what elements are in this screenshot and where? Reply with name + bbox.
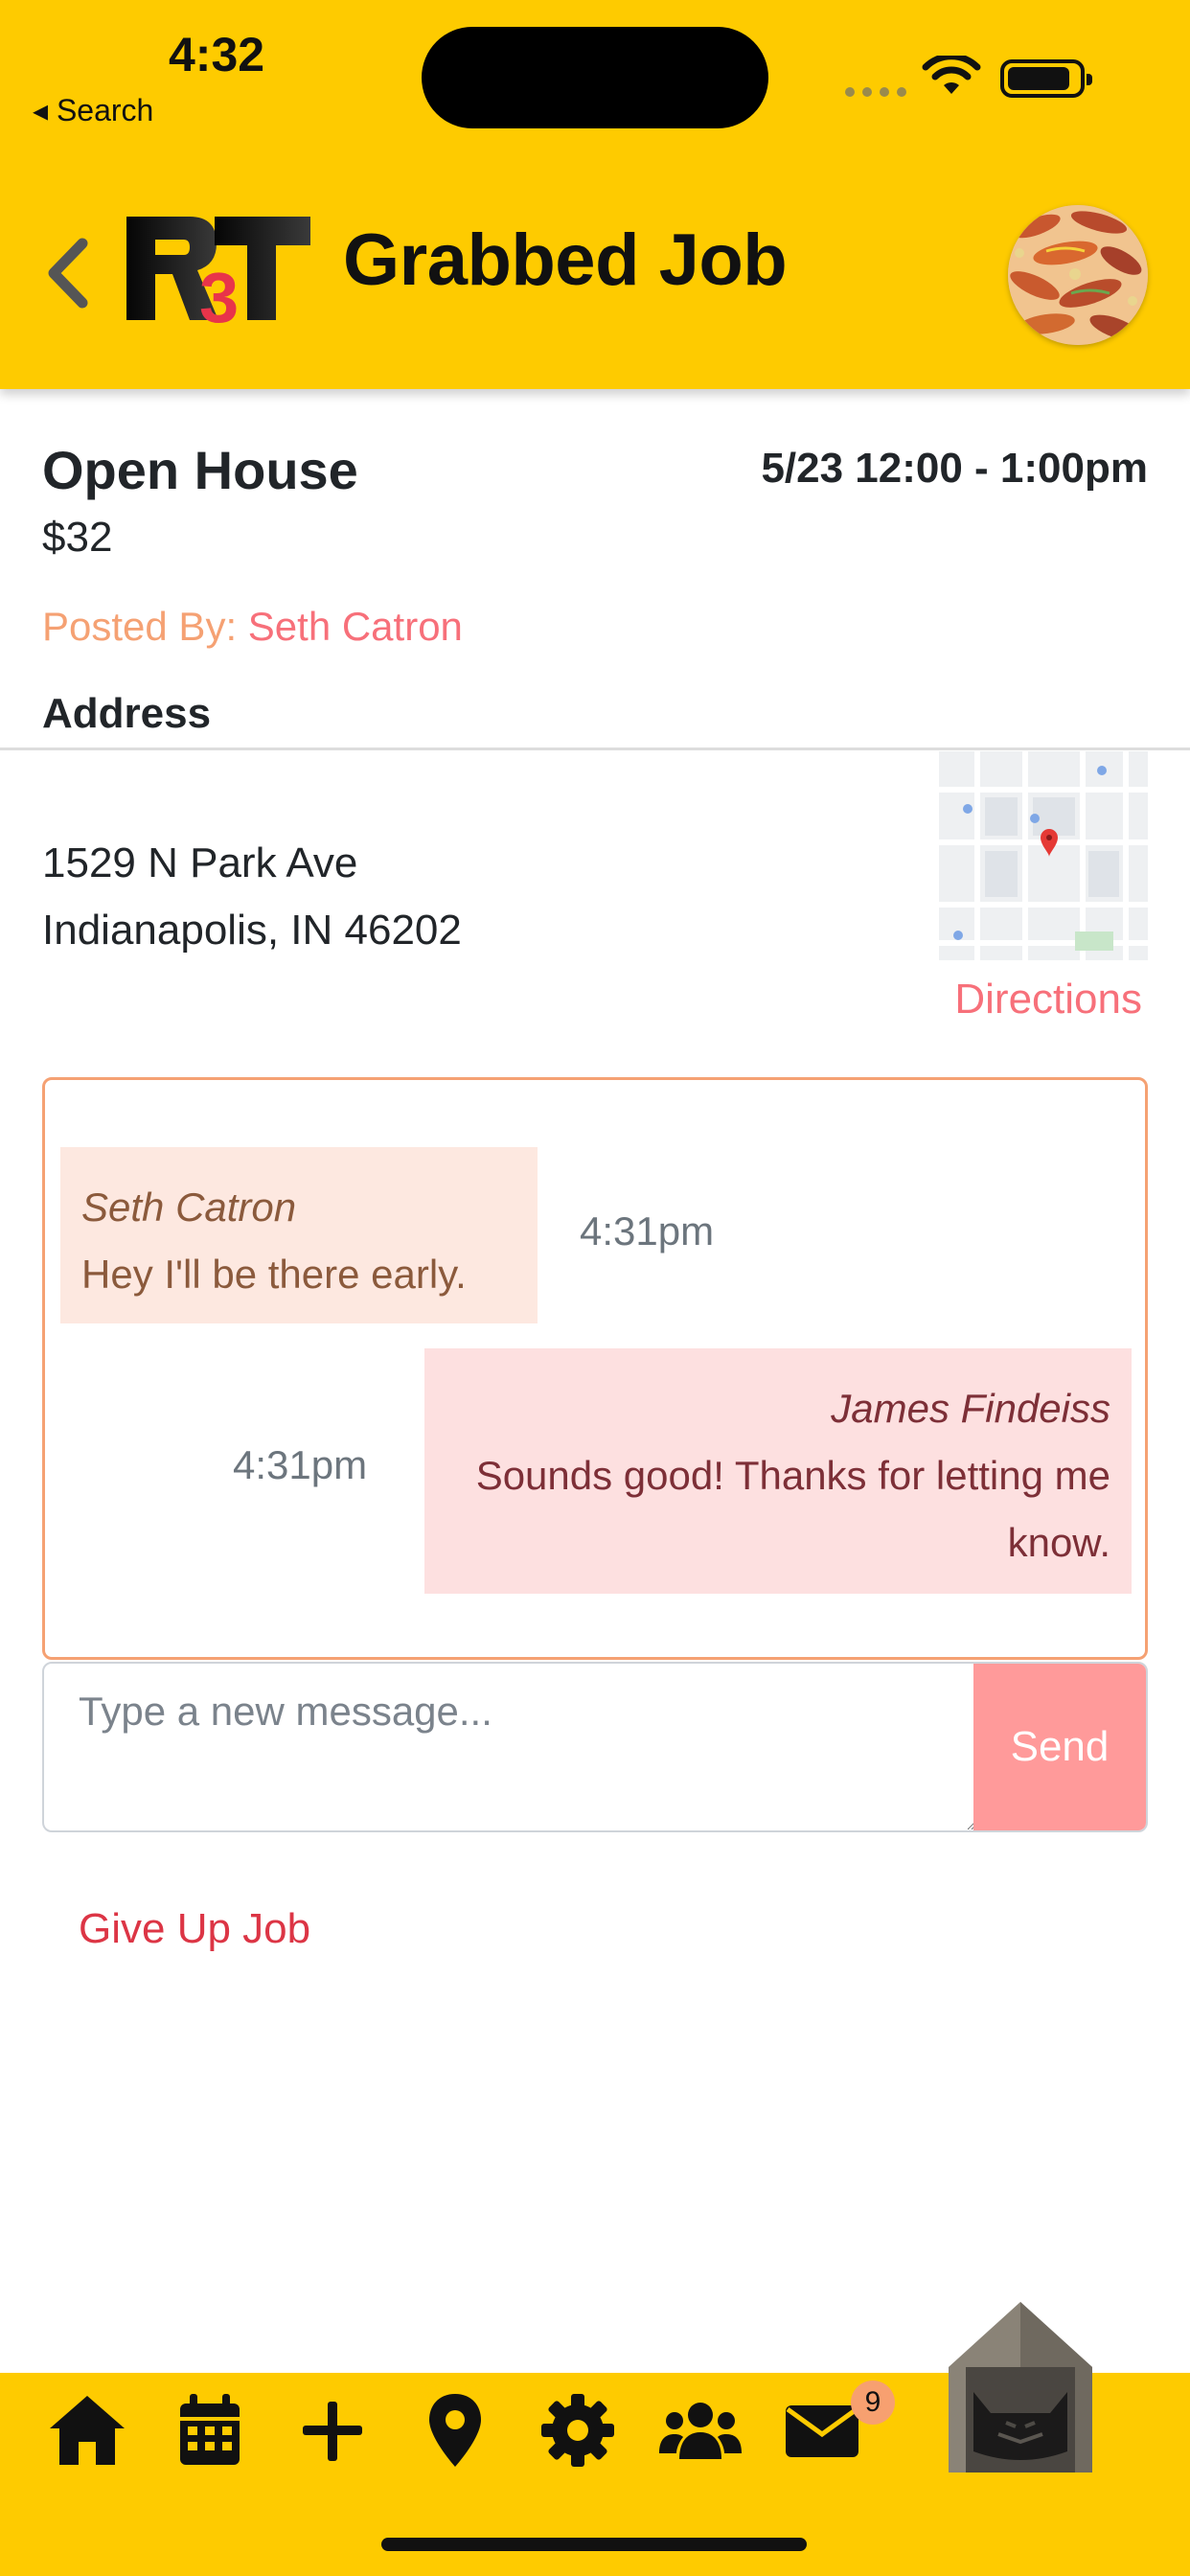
message-input[interactable] bbox=[44, 1664, 975, 1830]
message-sender: Seth Catron bbox=[81, 1184, 297, 1230]
posted-by-name-link[interactable]: Seth Catron bbox=[248, 604, 463, 649]
back-to-app-link[interactable]: ◂ Search bbox=[33, 92, 153, 128]
job-title: Open House bbox=[42, 440, 358, 500]
address-line-2: Indianapolis, IN 46202 bbox=[42, 907, 462, 954]
gear-icon[interactable] bbox=[535, 2390, 621, 2471]
calendar-icon[interactable] bbox=[167, 2390, 253, 2471]
cellular-signal-icon bbox=[845, 84, 914, 102]
job-time-range: 5/23 12:00 - 1:00pm bbox=[761, 445, 1148, 492]
status-bar-time: 4:32 bbox=[169, 28, 265, 81]
dynamic-island bbox=[422, 27, 768, 128]
battery-icon bbox=[1000, 59, 1092, 98]
address-line-1: 1529 N Park Ave bbox=[42, 840, 358, 886]
message-sender: James Findeiss bbox=[831, 1386, 1110, 1431]
section-divider bbox=[0, 748, 1190, 750]
home-icon[interactable] bbox=[44, 2390, 130, 2471]
give-up-job-button[interactable]: Give Up Job bbox=[79, 1905, 310, 1953]
user-avatar[interactable] bbox=[1008, 205, 1148, 345]
job-price: $32 bbox=[42, 514, 113, 561]
message-timestamp: 4:31pm bbox=[233, 1442, 368, 1487]
app-header: 4:32 ◂ Search 3 Grabbed Job bbox=[0, 0, 1190, 389]
r3t-logo: 3 bbox=[126, 217, 310, 328]
chat-thread[interactable]: Seth Catron Hey I'll be there early. 4:3… bbox=[42, 1077, 1148, 1660]
address-label: Address bbox=[42, 690, 212, 737]
plus-icon[interactable] bbox=[289, 2390, 376, 2471]
chat-message-incoming: Seth Catron Hey I'll be there early. bbox=[60, 1147, 538, 1323]
svg-text:3: 3 bbox=[199, 258, 239, 328]
message-text: Hey I'll be there early. bbox=[81, 1252, 467, 1297]
unread-count-badge: 9 bbox=[851, 2380, 895, 2425]
home-indicator bbox=[381, 2538, 807, 2551]
cat-house-button[interactable] bbox=[945, 2298, 1096, 2476]
message-composer: Send bbox=[42, 1662, 1148, 1832]
map-thumbnail[interactable] bbox=[939, 751, 1148, 960]
users-icon[interactable] bbox=[657, 2390, 744, 2471]
posted-by-label: Posted By: bbox=[42, 604, 248, 649]
posted-by: Posted By: Seth Catron bbox=[42, 604, 463, 650]
directions-link[interactable]: Directions bbox=[954, 976, 1142, 1024]
message-text: Sounds good! Thanks for letting me know. bbox=[475, 1453, 1110, 1565]
wifi-icon bbox=[922, 56, 981, 94]
location-pin-icon[interactable] bbox=[412, 2390, 498, 2471]
page-title: Grabbed Job bbox=[343, 219, 788, 301]
chat-message-outgoing: James Findeiss Sounds good! Thanks for l… bbox=[424, 1348, 1132, 1594]
send-button[interactable]: Send bbox=[973, 1664, 1146, 1830]
message-timestamp: 4:31pm bbox=[580, 1208, 715, 1254]
back-chevron-icon[interactable] bbox=[38, 230, 96, 316]
